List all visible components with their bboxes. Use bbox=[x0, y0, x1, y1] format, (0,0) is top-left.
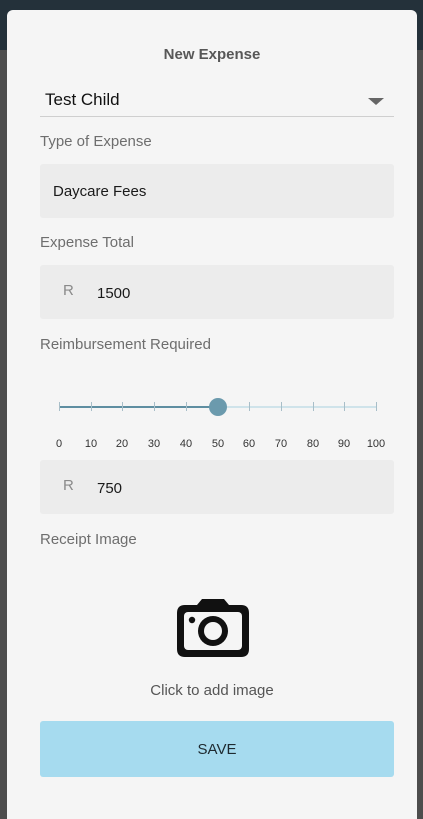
child-select[interactable]: Test Child bbox=[40, 80, 394, 117]
slider-tick bbox=[376, 402, 377, 411]
slider-tick-label: 30 bbox=[147, 438, 161, 450]
add-image-hint[interactable]: Click to add image bbox=[7, 682, 417, 699]
expense-total-field[interactable]: R 1500 bbox=[40, 265, 394, 319]
slider-tick-label: 50 bbox=[211, 438, 225, 450]
slider-tick-label: 0 bbox=[55, 438, 63, 450]
reimbursement-amount-value: 750 bbox=[97, 480, 123, 497]
receipt-label: Receipt Image bbox=[40, 531, 137, 548]
save-button[interactable]: SAVE bbox=[40, 721, 394, 777]
slider-thumb[interactable] bbox=[209, 398, 227, 416]
child-select-value: Test Child bbox=[45, 90, 120, 109]
slider-tick-label: 60 bbox=[242, 438, 256, 450]
slider-tick bbox=[59, 402, 60, 411]
slider-tick-label: 20 bbox=[115, 438, 129, 450]
reimbursement-slider[interactable] bbox=[59, 396, 377, 418]
currency-prefix: R bbox=[63, 282, 74, 299]
slider-tick bbox=[122, 402, 123, 411]
slider-track-fill bbox=[59, 406, 218, 408]
camera-icon[interactable] bbox=[175, 597, 251, 659]
reimbursement-amount-field[interactable]: R 750 bbox=[40, 460, 394, 514]
slider-tick bbox=[344, 402, 345, 411]
currency-prefix: R bbox=[63, 477, 74, 494]
slider-tick bbox=[91, 402, 92, 411]
slider-tick-label: 90 bbox=[337, 438, 351, 450]
dropdown-arrow-icon bbox=[368, 98, 384, 105]
slider-tick-label: 80 bbox=[306, 438, 320, 450]
expense-type-value: Daycare Fees bbox=[53, 183, 147, 200]
slider-tick bbox=[186, 402, 187, 411]
expense-type-label: Type of Expense bbox=[40, 133, 152, 150]
slider-tick bbox=[281, 402, 282, 411]
slider-tick-label: 100 bbox=[366, 438, 386, 450]
slider-tick-label: 10 bbox=[84, 438, 98, 450]
slider-tick bbox=[154, 402, 155, 411]
reimbursement-label: Reimbursement Required bbox=[40, 336, 211, 353]
slider-tick bbox=[313, 402, 314, 411]
dialog-title: New Expense bbox=[163, 46, 261, 63]
new-expense-dialog: New Expense Test Child Type of Expense D… bbox=[7, 10, 417, 819]
slider-tick-label: 70 bbox=[274, 438, 288, 450]
slider-tick-label: 40 bbox=[179, 438, 193, 450]
expense-total-label: Expense Total bbox=[40, 234, 134, 251]
expense-total-value: 1500 bbox=[97, 285, 131, 302]
slider-tick bbox=[249, 402, 250, 411]
expense-type-field[interactable]: Daycare Fees bbox=[40, 164, 394, 218]
